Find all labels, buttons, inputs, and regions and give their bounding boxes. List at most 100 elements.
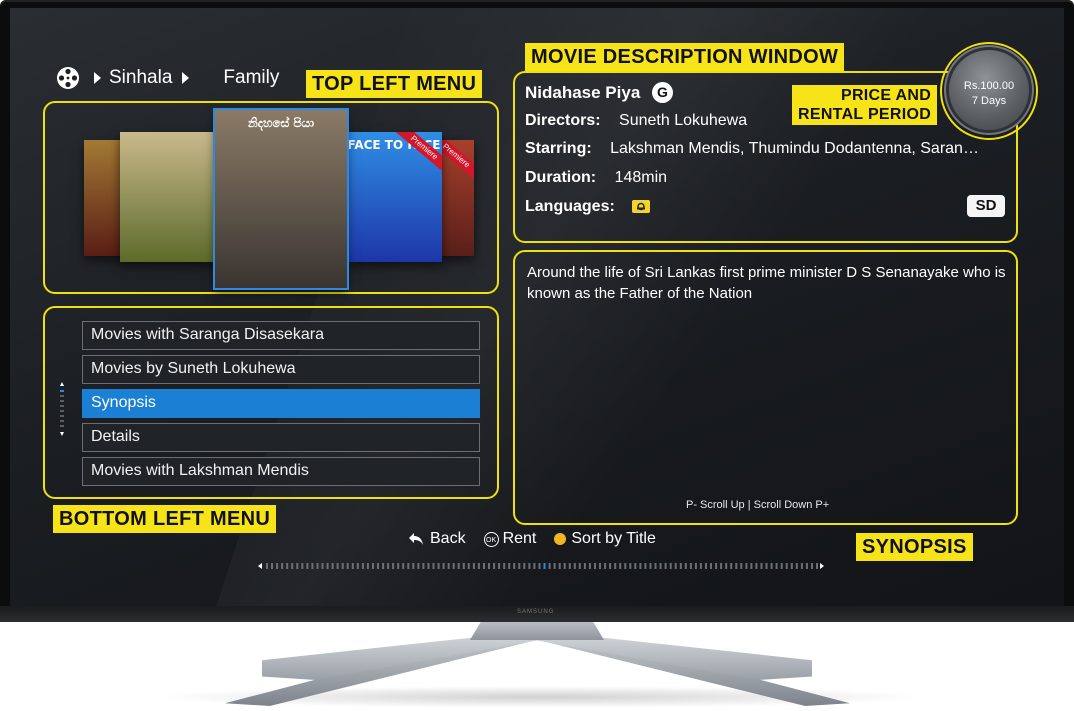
callout-top-left-menu: TOP LEFT MENU bbox=[306, 70, 483, 98]
scrubber-tick bbox=[654, 563, 657, 569]
scrubber-tick bbox=[624, 563, 627, 569]
scrubber-tick bbox=[614, 563, 617, 569]
scrubber-tick bbox=[311, 563, 314, 569]
synopsis-text: Around the life of Sri Lankas first prim… bbox=[527, 264, 1006, 302]
scrubber-tick bbox=[321, 563, 324, 569]
scrubber-tick bbox=[331, 563, 334, 569]
scrubber-tick bbox=[467, 563, 470, 569]
scrubber-tick bbox=[346, 563, 349, 569]
stand-leg bbox=[512, 636, 812, 680]
scrubber-tick bbox=[588, 563, 591, 569]
scrubber-tick bbox=[599, 563, 601, 569]
menu-item[interactable]: Movies by Suneth Lokuhewa bbox=[82, 355, 480, 384]
menu-item[interactable]: Movies with Lakshman Mendis bbox=[82, 457, 480, 486]
scrubber-tick bbox=[432, 563, 435, 569]
chevron-right-icon bbox=[94, 72, 101, 84]
scrubber-tick bbox=[271, 563, 273, 569]
poster-card[interactable]: FACE TO FACE Premiere bbox=[346, 132, 442, 262]
callout-price-line1: PRICE AND bbox=[840, 87, 932, 104]
back-button[interactable]: Back bbox=[408, 530, 466, 548]
price-outline bbox=[940, 42, 1038, 140]
scrubber-tick bbox=[664, 563, 667, 569]
scrubber-tick bbox=[684, 563, 687, 569]
poster-card[interactable]: Premiere bbox=[438, 140, 474, 256]
scrubber-tick bbox=[765, 563, 768, 569]
sort-button[interactable]: Sort by Title bbox=[554, 530, 656, 548]
menu-item[interactable]: Synopsis bbox=[82, 389, 480, 418]
callout-price-line2: RENTAL PERIOD bbox=[798, 106, 932, 123]
duration-label: Duration: bbox=[525, 169, 597, 186]
scrubber-tick bbox=[397, 563, 400, 569]
menu-item[interactable]: Details bbox=[82, 423, 480, 452]
poster-card[interactable] bbox=[120, 132, 220, 262]
scrubber-tick bbox=[361, 563, 364, 569]
scrubber-tick bbox=[276, 563, 279, 569]
scrubber-tick bbox=[780, 563, 783, 569]
starring-row: Starring: Lakshman Mendis, Thumindu Doda… bbox=[525, 140, 979, 158]
poster-title: නිදහසේ පියා bbox=[247, 116, 315, 130]
scrubber-tick bbox=[699, 563, 702, 569]
callout-bottom-left-menu: BOTTOM LEFT MENU bbox=[53, 505, 277, 533]
ok-icon: OK bbox=[483, 531, 499, 547]
languages-label: Languages: bbox=[525, 198, 615, 215]
callout-movie-description: MOVIE DESCRIPTION WINDOW bbox=[525, 43, 845, 71]
scrubber-tick bbox=[594, 563, 596, 569]
scrubber-tick bbox=[513, 563, 516, 569]
footer-controls: Back OK Rent Sort by Title bbox=[408, 530, 656, 548]
scrubber-tick bbox=[341, 563, 344, 569]
scrubber-tick bbox=[417, 563, 420, 569]
scrubber-tick bbox=[649, 563, 652, 569]
scrubber-tick bbox=[483, 563, 485, 569]
scrubber-tick bbox=[427, 563, 430, 569]
carousel-position-bar[interactable] bbox=[258, 562, 824, 570]
scrubber-tick bbox=[523, 563, 526, 569]
quality-badge: SD bbox=[967, 195, 1005, 217]
menu-item[interactable]: Movies with Saranga Disasekara bbox=[82, 321, 480, 350]
scrubber-tick bbox=[573, 563, 576, 569]
scrubber-tick bbox=[694, 563, 697, 569]
scrubber-tick bbox=[760, 563, 763, 569]
scrubber-tick bbox=[710, 563, 712, 569]
scrubber-tick bbox=[503, 563, 506, 569]
scrubber-tick bbox=[750, 563, 753, 569]
scrubber-tick bbox=[816, 563, 818, 569]
scrubber-tick bbox=[392, 563, 395, 569]
menu-scroll-indicator[interactable] bbox=[60, 382, 64, 438]
scrubber-tick bbox=[477, 563, 480, 569]
scrubber-tick bbox=[583, 563, 586, 569]
scrubber-tick bbox=[437, 563, 440, 569]
scrubber-tick bbox=[296, 563, 299, 569]
scrubber-tick bbox=[705, 563, 707, 569]
scrubber-tick bbox=[578, 563, 581, 569]
scrubber-tick bbox=[498, 563, 501, 569]
scrubber-tick bbox=[266, 563, 268, 569]
callout-price-rental: PRICE AND RENTAL PERIOD bbox=[792, 85, 938, 125]
scrubber-tick bbox=[790, 563, 793, 569]
scrubber-tick bbox=[442, 563, 445, 569]
scrubber-tick bbox=[356, 563, 359, 569]
scrubber-tick bbox=[785, 563, 788, 569]
scrubber-tick bbox=[508, 563, 511, 569]
scrubber-right-arrow[interactable] bbox=[820, 563, 824, 569]
breadcrumb-item-sinhala[interactable]: Sinhala bbox=[109, 67, 172, 89]
directors-row: Directors: Suneth Lokuhewa bbox=[525, 112, 747, 130]
scrubber-tick bbox=[800, 563, 803, 569]
rent-button[interactable]: OK Rent bbox=[483, 530, 537, 548]
back-label: Back bbox=[430, 530, 466, 547]
scrubber-tick bbox=[629, 563, 632, 569]
rent-label: Rent bbox=[502, 530, 537, 547]
scrubber-tick bbox=[735, 563, 738, 569]
scrubber-left-arrow[interactable] bbox=[258, 563, 262, 569]
scrubber-tick bbox=[316, 563, 319, 569]
scrubber-tick bbox=[366, 563, 369, 569]
breadcrumb-item-family[interactable]: Family bbox=[223, 67, 279, 89]
scrubber-tick bbox=[730, 563, 733, 569]
scrubber-tick bbox=[740, 563, 743, 569]
yellow-key-icon bbox=[554, 533, 567, 545]
scrubber-tick bbox=[805, 563, 808, 569]
chevron-right-icon bbox=[182, 72, 190, 84]
directors-label: Directors: bbox=[525, 112, 601, 129]
scrubber-tick bbox=[619, 563, 622, 569]
poster-card[interactable]: නිදහසේ පියා bbox=[213, 108, 349, 290]
scroll-hint: P- Scroll Up | Scroll Down P+ bbox=[686, 499, 830, 511]
